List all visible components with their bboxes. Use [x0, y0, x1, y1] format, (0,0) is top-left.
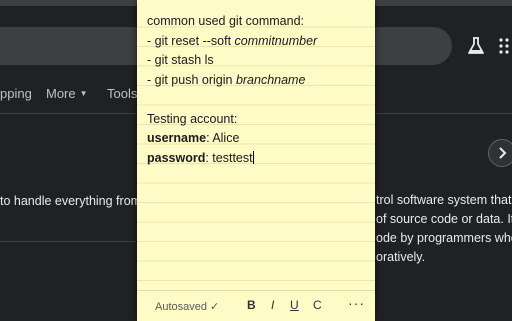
- italic-button[interactable]: I: [271, 298, 274, 312]
- tab-tools[interactable]: Tools: [107, 86, 137, 101]
- caret-down-icon: ▼: [79, 89, 88, 98]
- result-snippet-left: to handle everything from s: [0, 194, 151, 208]
- password-label: password: [147, 150, 206, 165]
- password-value: : testtest: [205, 150, 253, 165]
- result-snippet-right: trol software system that is of source c…: [376, 191, 512, 267]
- text-caret: [252, 150, 254, 164]
- autosave-status: Autosaved ✓: [155, 301, 220, 313]
- sticky-note[interactable]: common used git command: - git reset --s…: [137, 0, 375, 321]
- bold-button[interactable]: B: [247, 298, 256, 312]
- username-label: username: [147, 131, 207, 145]
- snippet-line: oratively.: [376, 250, 426, 264]
- note-editor[interactable]: common used git command: - git reset --s…: [147, 12, 369, 168]
- note-line: common used git command:: [147, 14, 305, 28]
- note-line: Testing account:: [147, 111, 238, 126]
- tab-more[interactable]: More ▼: [46, 86, 88, 101]
- tab-shopping[interactable]: pping: [0, 86, 32, 101]
- snippet-line: ode by programmers who: [376, 231, 512, 245]
- strikethrough-button[interactable]: C: [313, 298, 322, 312]
- username-value: : Alice: [206, 131, 240, 145]
- snippet-line: of source code or data. It is: [376, 212, 512, 226]
- snippet-line: trol software system that is: [376, 193, 512, 207]
- apps-grid-icon[interactable]: [498, 36, 512, 56]
- result-divider: [0, 241, 136, 242]
- tab-more-label: More: [46, 86, 76, 101]
- chevron-right-icon[interactable]: [488, 139, 512, 167]
- note-line: password: testtest: [147, 149, 369, 169]
- more-options-button[interactable]: ···: [348, 295, 365, 311]
- note-text: - git reset --soft: [147, 33, 235, 48]
- note-line: - git stash ls: [147, 53, 214, 67]
- note-italic-text: commitnumber: [234, 33, 318, 48]
- note-italic-text: branchname: [235, 72, 306, 87]
- note-toolbar: Autosaved ✓ B I U C ···: [137, 290, 375, 321]
- underline-button[interactable]: U: [290, 298, 299, 312]
- note-line: username: Alice: [147, 129, 369, 149]
- flask-icon[interactable]: [466, 36, 486, 56]
- note-text: - git push origin: [147, 72, 236, 87]
- note-line: - git reset --soft commitnumber: [147, 32, 369, 52]
- note-line: - git push origin branchname: [147, 71, 369, 91]
- note-blank-line: [147, 90, 369, 110]
